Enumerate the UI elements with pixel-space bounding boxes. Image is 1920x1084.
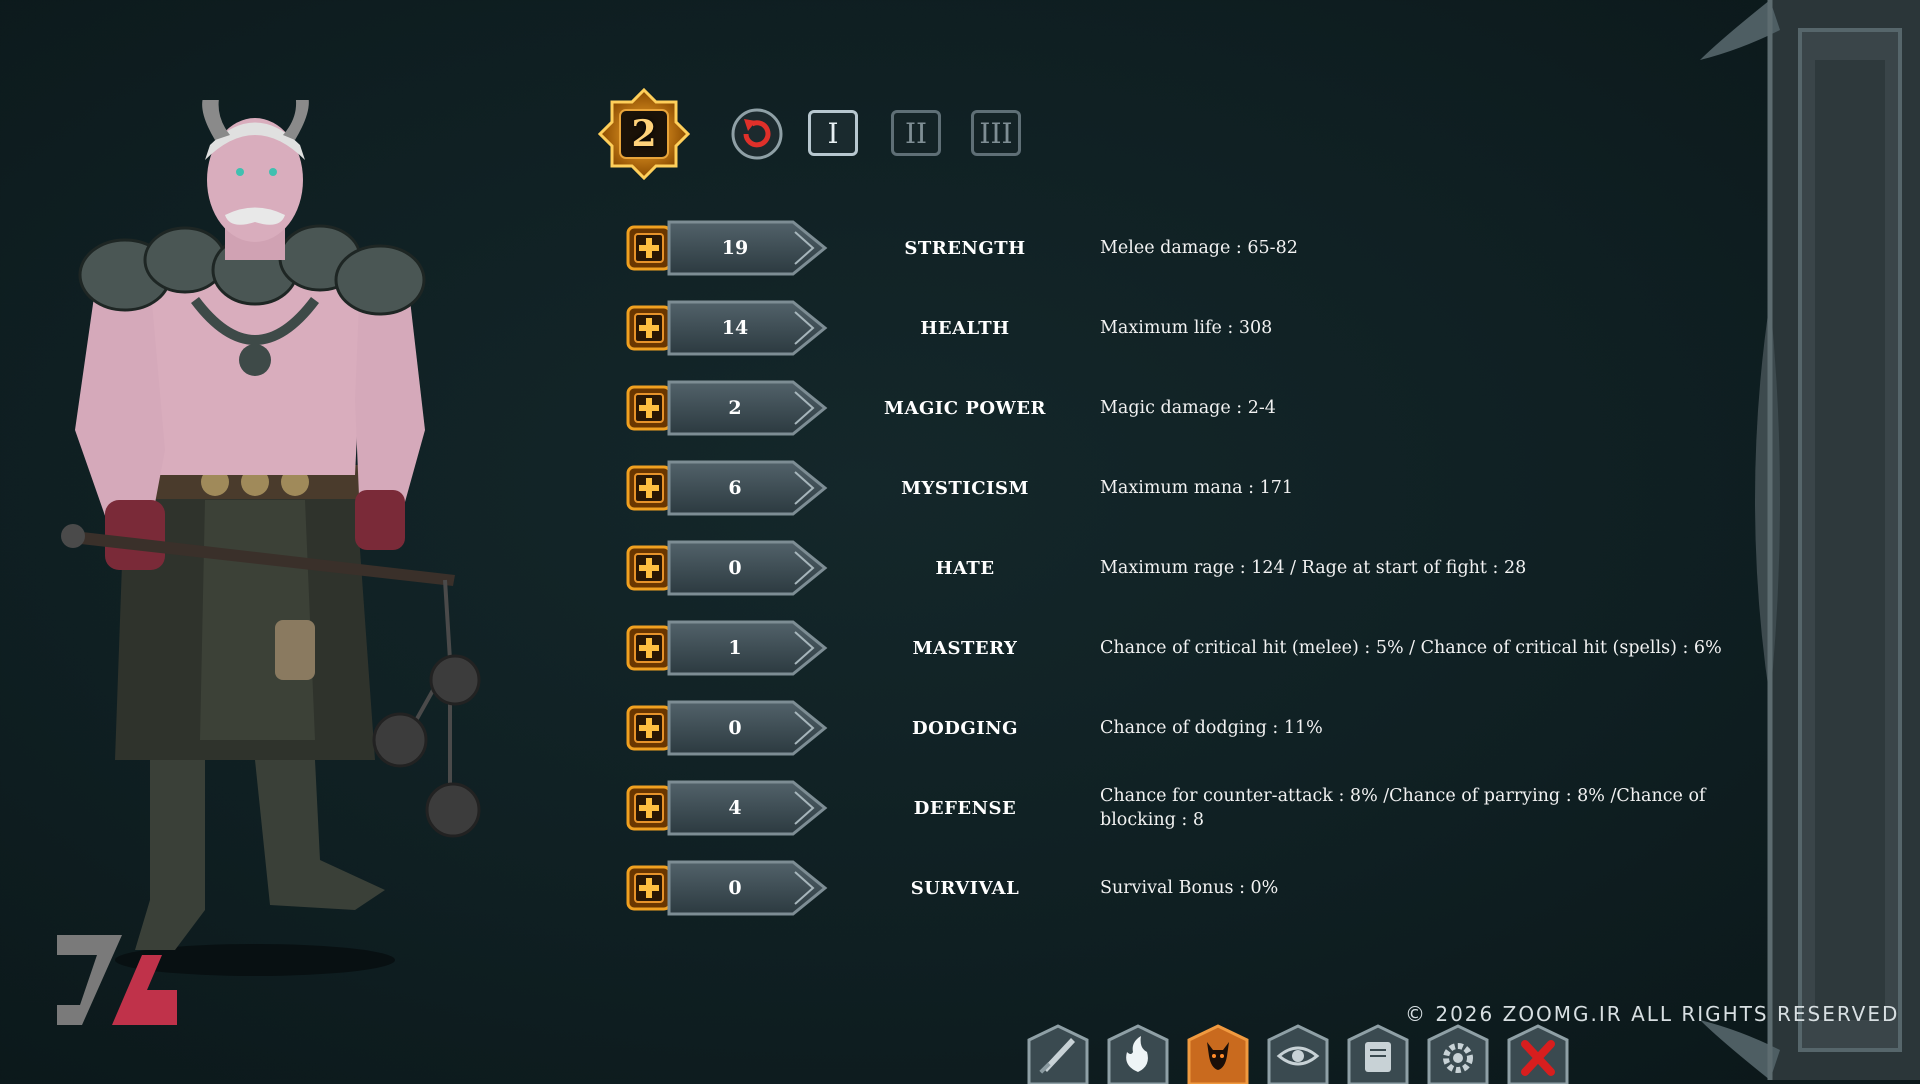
attribute-row: 0 SURVIVAL Survival Bonus : 0% <box>625 856 1725 920</box>
tab-page-1[interactable]: I <box>808 110 858 156</box>
attribute-name: SURVIVAL <box>910 877 1020 899</box>
attribute-row: 0 HATE Maximum rage : 124 / Rage at start … <box>625 536 1725 600</box>
gear-tab-button[interactable] <box>1425 1022 1491 1084</box>
attribute-value: 4 <box>728 797 742 819</box>
attribute-value: 19 <box>721 237 749 259</box>
skill-points-badge: 2 <box>597 87 691 181</box>
attribute-value: 0 <box>728 717 742 739</box>
attribute-row: 0 DODGING Chance of dodging : 11% <box>625 696 1725 760</box>
attribute-description: Chance of critical hit (melee) : 5% / Ch… <box>1100 638 1722 658</box>
attribute-row: 6 MYSTICISM Maximum mana : 171 <box>625 456 1725 520</box>
attribute-value: 6 <box>728 477 742 499</box>
sword-tab-button[interactable] <box>1025 1022 1091 1084</box>
attribute-description: Maximum mana : 171 <box>1100 478 1293 498</box>
attribute-name: MYSTICISM <box>901 477 1029 499</box>
attribute-description: Maximum life : 308 <box>1100 318 1273 338</box>
attribute-description: Melee damage : 65-82 <box>1100 238 1298 258</box>
tab-page-3[interactable]: III <box>971 110 1021 156</box>
fire-tab-button[interactable] <box>1105 1022 1171 1084</box>
attribute-value: 1 <box>728 637 742 659</box>
attribute-description: Maximum rage : 124 / Rage at start of fi… <box>1100 558 1527 578</box>
scroll-tab-button[interactable] <box>1345 1022 1411 1084</box>
scroll-icon <box>1365 1042 1391 1072</box>
attribute-name: DEFENSE <box>913 797 1017 819</box>
attribute-row: 4 DEFENSE Chance for counter-attack : 8% /… <box>625 776 1725 840</box>
attribute-description: Chance for counter-attack : 8% /Chance o… <box>1100 786 1706 830</box>
eye-tab-button[interactable] <box>1265 1022 1331 1084</box>
attribute-row: 19 STRENGTH Melee damage : 65-82 <box>625 216 1725 280</box>
attribute-name: MAGIC POWER <box>884 397 1046 419</box>
attribute-row: 14 HEALTH Maximum life : 308 <box>625 296 1725 360</box>
attribute-value: 2 <box>728 397 742 419</box>
attribute-name: DODGING <box>911 717 1018 739</box>
close-tab-button[interactable] <box>1505 1022 1571 1084</box>
reset-button[interactable] <box>730 107 784 161</box>
attribute-row: 1 MASTERY Chance of critical hit (melee) :… <box>625 616 1725 680</box>
attribute-row: 2 MAGIC POWER Magic damage : 2-4 <box>625 376 1725 440</box>
attribute-value: 0 <box>728 877 742 899</box>
attribute-value: 14 <box>721 317 749 339</box>
tab-page-2[interactable]: II <box>891 110 941 156</box>
skill-points-value: 2 <box>631 113 657 155</box>
attribute-name: HATE <box>935 557 995 579</box>
character-portrait <box>61 100 481 976</box>
attribute-name: STRENGTH <box>904 237 1026 259</box>
attribute-description: Survival Bonus : 0% <box>1100 878 1279 898</box>
attribute-description: Chance of dodging : 11% <box>1100 718 1323 738</box>
demon-face-tab-button[interactable] <box>1185 1022 1251 1084</box>
attribute-description: Magic damage : 2-4 <box>1100 398 1276 418</box>
attribute-name: MASTERY <box>912 637 1018 659</box>
attribute-value: 0 <box>728 557 742 579</box>
attribute-name: HEALTH <box>920 317 1010 339</box>
zoomg-logo <box>57 935 177 1025</box>
